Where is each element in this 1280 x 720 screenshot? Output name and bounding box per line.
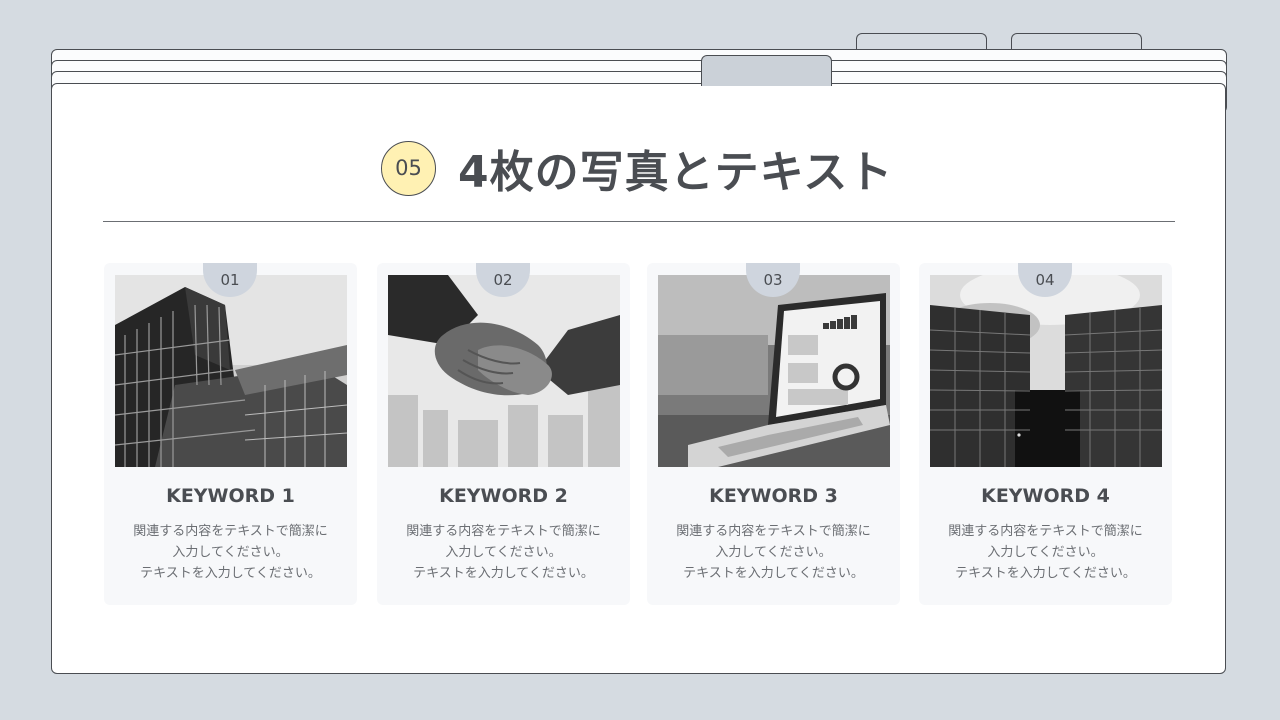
card-description: 関連する内容をテキストで簡潔に 入力してください。 テキストを入力してください。 — [133, 524, 328, 581]
card-keyword: KEYWORD 1 — [166, 485, 295, 507]
keyword-card-1: 01 KEYWORD 1 関連する内容をテキストで簡潔に 入力してください。 テ… — [104, 263, 357, 605]
folder-tab-active — [701, 55, 832, 86]
skyscraper-photo — [115, 275, 347, 467]
slide-title: 4枚の写真とテキスト — [458, 147, 894, 198]
keyword-card-3: 03 KEYWORD 3 関連する内容をテキストで簡潔に 入力してください。 テ… — [647, 263, 900, 605]
laptop-photo — [658, 275, 890, 467]
keyword-card-4: 04 KEYWORD 4 関連する内容をテキストで簡潔に 入力してください。 テ… — [919, 263, 1172, 605]
card-keyword: KEYWORD 3 — [709, 485, 838, 507]
handshake-photo — [388, 275, 620, 467]
card-description: 関連する内容をテキストで簡潔に 入力してください。 テキストを入力してください。 — [676, 524, 871, 581]
card-keyword: KEYWORD 2 — [439, 485, 568, 507]
slide-sheet: 05 4枚の写真とテキスト 01 KEYWORD 1 関連する内容をテキストで簡… — [51, 83, 1226, 674]
title-divider — [103, 221, 1175, 222]
slide-number-badge: 05 — [381, 140, 436, 196]
card-keyword: KEYWORD 4 — [981, 485, 1110, 507]
towers-photo — [930, 275, 1162, 467]
slide-header: 05 4枚の写真とテキスト — [381, 138, 893, 198]
card-description: 関連する内容をテキストで簡潔に 入力してください。 テキストを入力してください。 — [406, 524, 601, 581]
keyword-card-2: 02 KEYWORD 2 関連する内容をテキストで簡潔に 入力してください。 テ… — [377, 263, 630, 605]
card-description: 関連する内容をテキストで簡潔に 入力してください。 テキストを入力してください。 — [948, 524, 1143, 581]
